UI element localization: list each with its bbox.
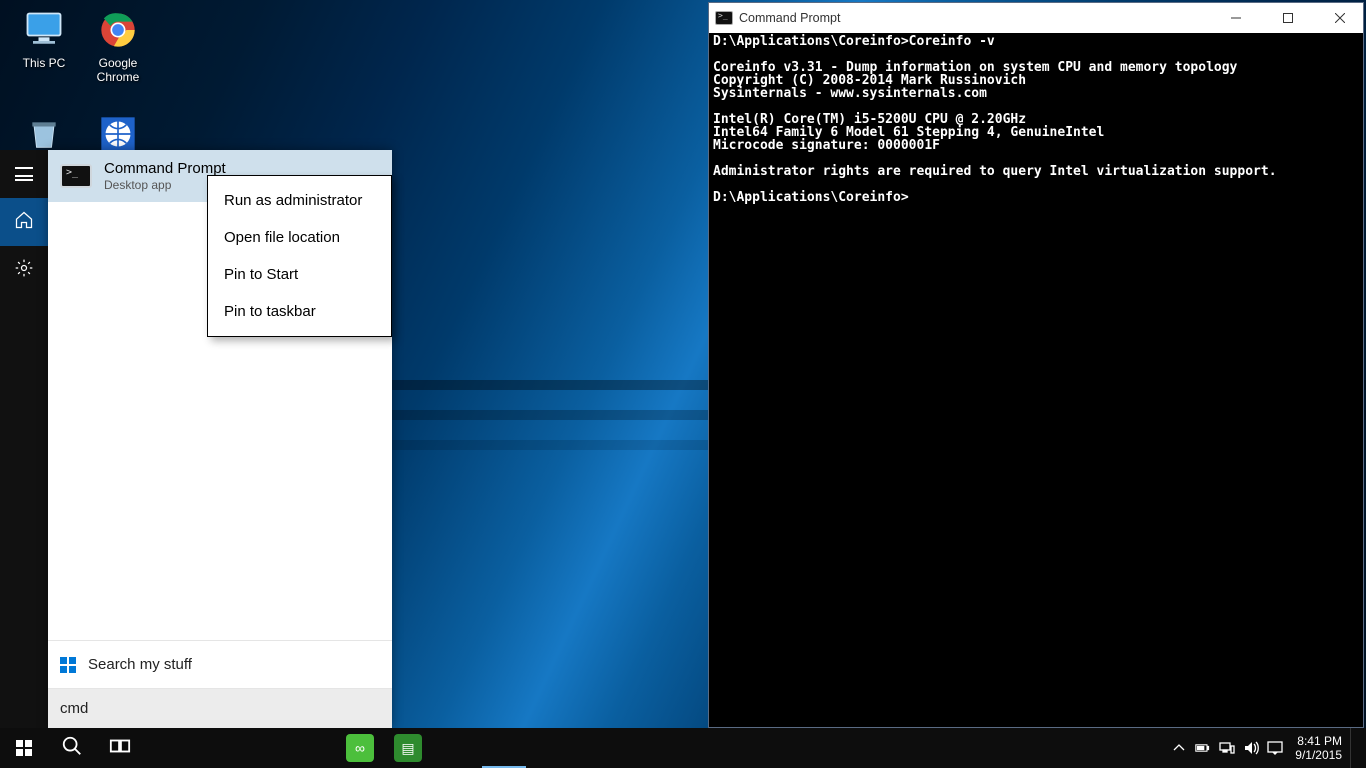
- show-desktop-button[interactable]: [1350, 728, 1364, 768]
- hamburger-icon: [15, 167, 33, 181]
- windows-tile-icon: [60, 657, 76, 673]
- taskbar-clock[interactable]: 8:41 PM 9/1/2015: [1287, 734, 1350, 762]
- taskbar-app-command-prompt[interactable]: >_: [480, 728, 528, 768]
- start-button[interactable]: [0, 728, 48, 768]
- chrome-icon: [94, 6, 142, 54]
- maximize-button[interactable]: [1265, 3, 1311, 33]
- taskbar-left: ∞ ▤ >_: [0, 728, 528, 768]
- ctx-pin-to-start[interactable]: Pin to Start: [208, 256, 391, 293]
- search-my-stuff-button[interactable]: Search my stuff: [48, 640, 392, 688]
- ctx-pin-to-taskbar[interactable]: Pin to taskbar: [208, 293, 391, 330]
- settings-button[interactable]: [0, 246, 48, 294]
- desktop-icon-label: Google Chrome: [82, 56, 154, 84]
- taskbar-app-green[interactable]: ∞: [336, 728, 384, 768]
- desktop-icon-google-chrome[interactable]: Google Chrome: [82, 6, 154, 84]
- ctx-open-file-location[interactable]: Open file location: [208, 219, 391, 256]
- hamburger-button[interactable]: [0, 150, 48, 198]
- taskbar-app-store[interactable]: [240, 728, 288, 768]
- desktop-icon-this-pc[interactable]: This PC: [8, 6, 80, 70]
- command-prompt-icon: [715, 11, 733, 25]
- app-icon: ∞: [346, 734, 374, 762]
- taskbar-right: 8:41 PM 9/1/2015: [1167, 728, 1366, 768]
- home-button[interactable]: [0, 198, 48, 246]
- taskbar-app-chrome[interactable]: [288, 728, 336, 768]
- tray-chevron-up[interactable]: [1167, 740, 1191, 756]
- start-rail: [0, 150, 48, 728]
- desktop-icon-label: This PC: [8, 56, 80, 70]
- home-icon: [14, 210, 34, 235]
- clock-time: 8:41 PM: [1295, 734, 1342, 748]
- close-button[interactable]: [1317, 3, 1363, 33]
- command-prompt-icon: [60, 164, 92, 188]
- ctx-run-as-administrator[interactable]: Run as administrator: [208, 182, 391, 219]
- tray-battery-icon[interactable]: [1191, 740, 1215, 756]
- search-input[interactable]: cmd: [48, 688, 392, 728]
- tray-notifications-icon[interactable]: [1263, 740, 1287, 756]
- taskbar: ∞ ▤ >_ 8:41 PM 9/1/2015: [0, 728, 1366, 768]
- cmd-window-title: Command Prompt: [739, 11, 840, 25]
- command-prompt-window: Command Prompt D:\Applications\Coreinfo>…: [708, 2, 1364, 728]
- taskbar-app-green2[interactable]: ▤: [384, 728, 432, 768]
- search-my-stuff-label: Search my stuff: [88, 656, 192, 673]
- taskbar-app-edge[interactable]: [144, 728, 192, 768]
- task-view-button[interactable]: [96, 728, 144, 768]
- task-view-icon: [109, 735, 131, 762]
- search-icon: [61, 735, 83, 762]
- windows-logo-icon: [16, 740, 32, 756]
- taskbar-app-notepad[interactable]: [432, 728, 480, 768]
- search-input-value: cmd: [60, 700, 88, 717]
- clock-date: 9/1/2015: [1295, 748, 1342, 762]
- cmd-output[interactable]: D:\Applications\Coreinfo>Coreinfo -v Cor…: [709, 33, 1363, 727]
- app-icon: ▤: [394, 734, 422, 762]
- context-menu: Run as administrator Open file location …: [207, 175, 392, 337]
- minimize-button[interactable]: [1213, 3, 1259, 33]
- cmd-titlebar[interactable]: Command Prompt: [709, 3, 1363, 33]
- search-button[interactable]: [48, 728, 96, 768]
- pc-icon: [20, 6, 68, 54]
- gear-icon: [14, 258, 34, 283]
- tray-network-icon[interactable]: [1215, 740, 1239, 756]
- tray-volume-icon[interactable]: [1239, 740, 1263, 756]
- taskbar-app-file-explorer[interactable]: [192, 728, 240, 768]
